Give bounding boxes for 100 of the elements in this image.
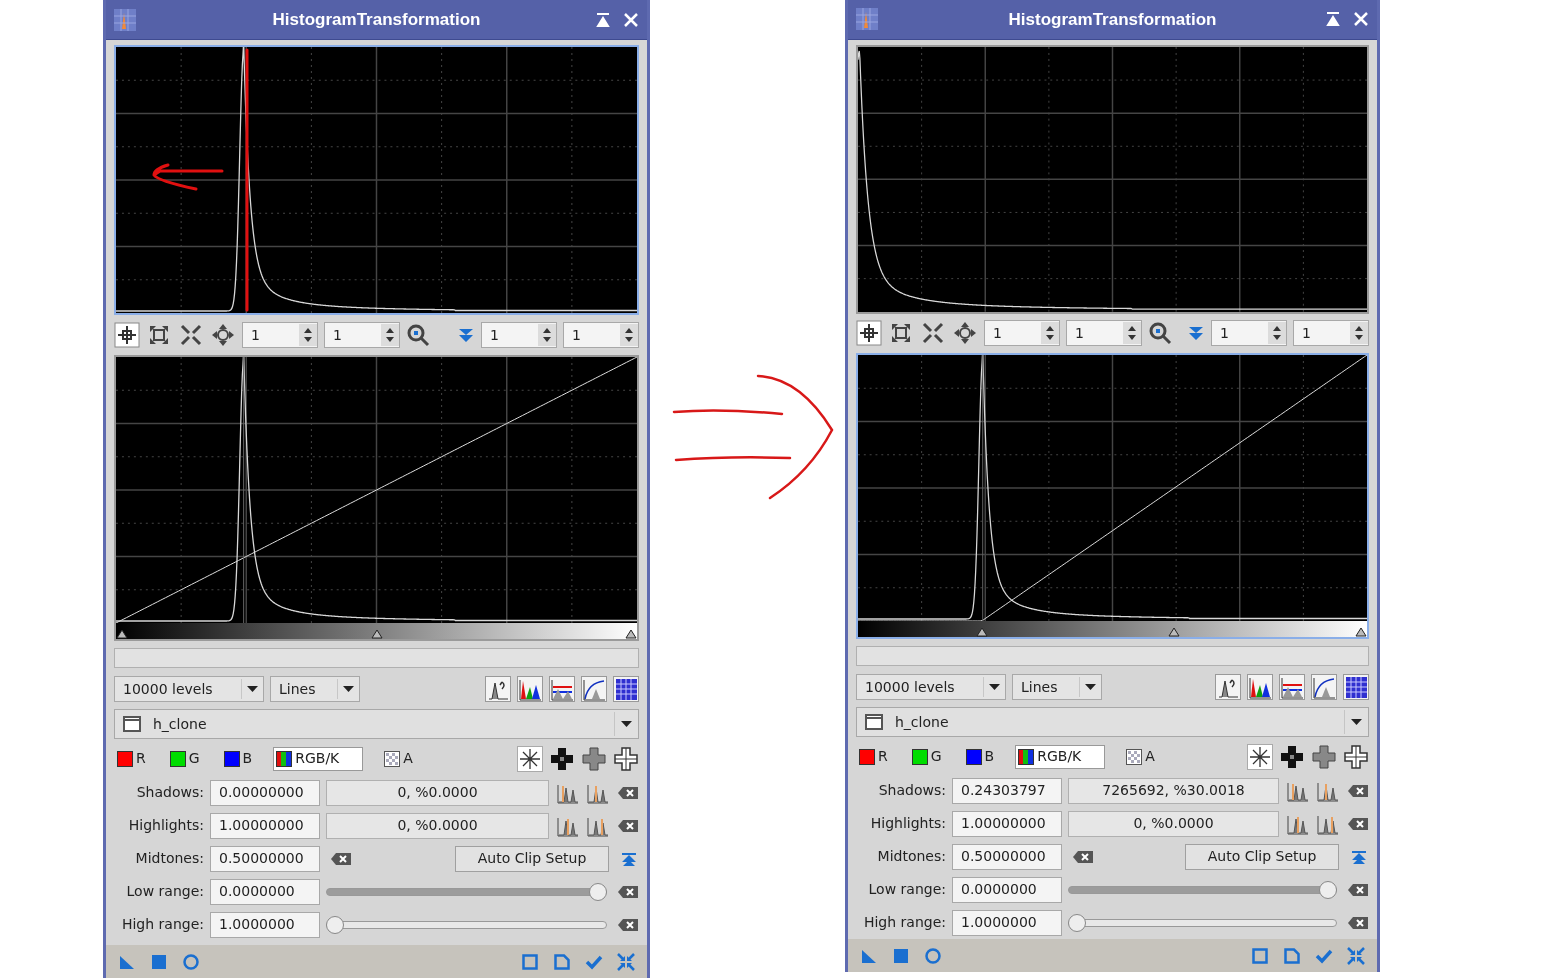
reset-icon[interactable] [617, 883, 639, 900]
value-field[interactable]: 1.0000000 [210, 911, 320, 938]
shrink-icon[interactable] [178, 322, 204, 348]
channel-toggle[interactable]: R [114, 746, 149, 771]
value-field[interactable]: 0.0000000 [952, 876, 1062, 903]
double-down-arrow-icon[interactable] [457, 326, 475, 344]
slider[interactable] [326, 915, 607, 934]
channel-toggle[interactable]: RGB/K [273, 746, 364, 771]
resolution-dropdown[interactable]: 10000 levels [114, 676, 264, 702]
sparkle-icon[interactable] [1247, 743, 1273, 770]
spin-box[interactable]: 1 [324, 322, 400, 348]
channel-toggle[interactable]: B [962, 744, 998, 769]
auto-clip-setup-button[interactable]: Auto Clip Setup [1185, 843, 1339, 870]
grid-button[interactable] [1343, 674, 1369, 701]
square-icon[interactable] [150, 952, 168, 971]
crosshair-icon[interactable] [856, 320, 882, 347]
reset-icon[interactable] [330, 850, 352, 867]
graph-style-dropdown[interactable]: Lines [270, 676, 360, 702]
spin-box[interactable]: 1 [242, 322, 318, 348]
spin-box[interactable]: 1 [481, 322, 557, 348]
curve-button[interactable] [1311, 674, 1337, 701]
outline-cross-icon[interactable] [1343, 743, 1369, 770]
document-icon[interactable] [553, 952, 571, 971]
slider-thumb[interactable] [589, 882, 607, 901]
reset-icon[interactable] [1347, 914, 1369, 931]
value-field[interactable]: 1.0000000 [952, 909, 1062, 936]
highlights-marker[interactable] [1355, 627, 1368, 638]
reset-icon[interactable] [1347, 815, 1369, 832]
upload-arrow-icon[interactable] [621, 850, 637, 867]
graph-style-dropdown[interactable]: Lines [1012, 674, 1102, 701]
reset-icon[interactable] [617, 916, 639, 933]
reset-icon[interactable] [1347, 782, 1369, 799]
square-outline-icon[interactable] [1251, 946, 1269, 965]
grid-button[interactable] [613, 676, 639, 702]
shaded-cross-icon[interactable] [581, 745, 607, 772]
midtones-marker[interactable] [370, 629, 383, 639]
close-icon[interactable] [623, 11, 639, 28]
channel-toggle[interactable]: R [856, 744, 891, 769]
reset-icon[interactable] [617, 817, 639, 834]
reset-icon[interactable] [1072, 848, 1094, 865]
channel-toggle[interactable]: A [1123, 744, 1158, 769]
outline-cross-icon[interactable] [613, 745, 639, 772]
reset-zoom-button[interactable] [1215, 674, 1241, 701]
value-field[interactable]: 1.00000000 [952, 810, 1062, 837]
gradient-bar[interactable] [116, 623, 637, 639]
channel-toggle[interactable]: RGB/K [1015, 744, 1106, 769]
double-down-arrow-icon[interactable] [1187, 324, 1205, 343]
pin-icon[interactable] [1325, 11, 1341, 28]
shadows-marker[interactable] [115, 629, 128, 639]
channel-toggle[interactable]: A [381, 746, 416, 771]
slider-thumb[interactable] [1319, 880, 1337, 899]
square-icon[interactable] [892, 946, 910, 965]
highlights-marker[interactable] [625, 629, 638, 639]
slider[interactable] [326, 882, 607, 901]
collapse-arrows-icon[interactable] [617, 952, 635, 971]
reset-icon[interactable] [1347, 881, 1369, 898]
shaded-cross-icon[interactable] [1311, 743, 1337, 770]
auto-clip-setup-button[interactable]: Auto Clip Setup [455, 845, 609, 872]
channel-plot-button[interactable] [1279, 674, 1305, 701]
circle-icon[interactable] [182, 952, 200, 971]
zoom-icon[interactable] [406, 323, 430, 347]
slider[interactable] [1068, 880, 1337, 899]
spin-box[interactable]: 1 [563, 322, 639, 348]
spin-box[interactable]: 1 [1293, 320, 1369, 347]
slider-thumb[interactable] [326, 915, 344, 934]
spin-box[interactable]: 1 [1211, 320, 1287, 347]
filled-cross-icon[interactable] [1279, 743, 1305, 770]
value-field[interactable]: 1.00000000 [210, 812, 320, 839]
spin-box[interactable]: 1 [984, 320, 1060, 347]
zoom-icon[interactable] [1148, 321, 1172, 346]
filled-cross-icon[interactable] [549, 745, 575, 772]
collapse-arrows-icon[interactable] [1347, 946, 1365, 965]
value-field[interactable]: 0.50000000 [210, 845, 320, 872]
view-selector[interactable]: h_clone [114, 709, 639, 739]
upload-arrow-icon[interactable] [1351, 848, 1367, 865]
slider[interactable] [1068, 913, 1337, 932]
shadows-marker[interactable] [975, 627, 988, 638]
spin-box[interactable]: 1 [1066, 320, 1142, 347]
crosshair-icon[interactable] [114, 322, 140, 348]
close-icon[interactable] [1353, 11, 1369, 28]
rgb-histogram-button[interactable] [517, 676, 543, 702]
resolution-dropdown[interactable]: 10000 levels [856, 674, 1006, 701]
channel-plot-button[interactable] [549, 676, 575, 702]
reset-zoom-button[interactable] [485, 676, 511, 702]
value-field[interactable]: 0.24303797 [952, 777, 1062, 804]
pan-icon[interactable] [210, 322, 236, 348]
value-field[interactable]: 0.0000000 [210, 878, 320, 905]
value-field[interactable]: 0.00000000 [210, 779, 320, 806]
value-field[interactable]: 0.50000000 [952, 843, 1062, 870]
channel-toggle[interactable]: B [220, 746, 256, 771]
view-selector[interactable]: h_clone [856, 707, 1369, 738]
curve-button[interactable] [581, 676, 607, 702]
rgb-histogram-button[interactable] [1247, 674, 1273, 701]
slider-thumb[interactable] [1068, 913, 1086, 932]
channel-toggle[interactable]: G [166, 746, 203, 771]
reset-icon[interactable] [617, 784, 639, 801]
channel-toggle[interactable]: G [908, 744, 945, 769]
document-icon[interactable] [1283, 946, 1301, 965]
midtones-marker[interactable] [1168, 627, 1181, 638]
square-outline-icon[interactable] [521, 952, 539, 971]
